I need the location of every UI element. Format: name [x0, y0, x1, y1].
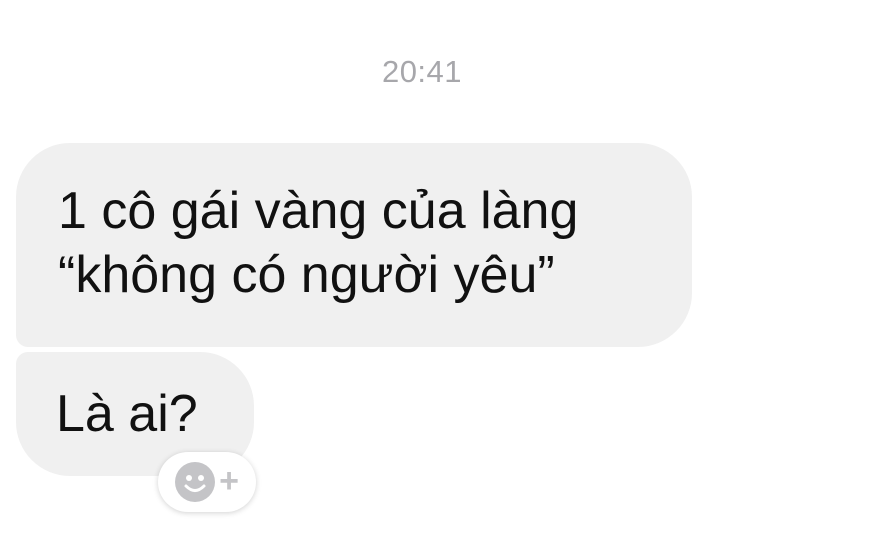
- message-timestamp: 20:41: [381, 54, 463, 89]
- message-text-line: Là ai?: [56, 385, 198, 443]
- plus-icon: +: [219, 462, 239, 500]
- smiley-icon: [175, 462, 216, 502]
- message-bubble[interactable]: 1 cô gái vàng của làng “không có người y…: [16, 143, 692, 347]
- add-reaction-button[interactable]: +: [158, 452, 256, 512]
- chat-screen: 20:41 1 cô gái vàng của làng “không có n…: [0, 0, 878, 548]
- message-text-line: “không có người yêu”: [58, 246, 555, 304]
- message-text-line: 1 cô gái vàng của làng: [58, 182, 579, 240]
